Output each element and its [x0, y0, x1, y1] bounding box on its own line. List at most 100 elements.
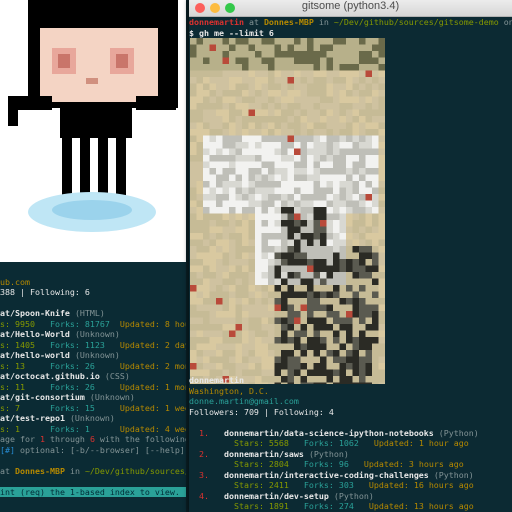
terminal-text: Updated: 2 month(s) [119, 360, 186, 371]
left-terminal-line: age for 1 through 6 with the following c… [0, 434, 186, 445]
repo-name: donnemartin/interactive-coding-challenge… [224, 469, 429, 480]
profile-email[interactable]: donne.martin@gmail.com [189, 396, 512, 407]
repo-updated: Updated: 13 hours ago [368, 501, 474, 511]
left-terminal-line: 388 | Following: 6 [0, 287, 186, 298]
terminal-text: Forks: 1123 [49, 339, 120, 350]
terminal-text: Forks: 1 [49, 423, 120, 434]
terminal-text: (Unknown) [89, 392, 135, 402]
repo-stars: Stars: 5568 [233, 438, 289, 448]
repo-updated: Updated: 16 hours ago [368, 480, 474, 490]
terminal-text: at/git-consortium [0, 392, 90, 402]
left-terminal-line: at/hello-world (Unknown) [0, 350, 186, 361]
left-terminal-line: at/test-repo1 (Unknown) [0, 413, 186, 424]
terminal-text: at/hello-world [0, 350, 75, 360]
avatar-pixel-art [190, 38, 385, 384]
left-terminal-line [0, 455, 186, 466]
terminal-text: Updated: 1 month(s) [119, 381, 186, 392]
left-terminal-line: s: 9950 Forks: 81767 Updated: 8 hours ag [0, 319, 186, 330]
left-terminal-line: s: 13 Forks: 26 Updated: 2 month(s) [0, 361, 186, 372]
profile-followers: Followers: 709 | Following: 4 [189, 406, 334, 417]
right-terminal-output[interactable]: donnemartin at Donnes-MBP in ~/Dev/githu… [189, 17, 512, 512]
prompt-path: ~/Dev/github/sources/gitsome-demo [333, 17, 499, 27]
repo-item[interactable]: 4. donnemartin/dev-setup (Python) [189, 491, 512, 502]
left-terminal-line [0, 476, 186, 487]
repo-stars: Stars: 2804 [233, 459, 289, 469]
terminal-text: Updated: 4 week(s) [119, 423, 186, 434]
terminal-text: Updated: 8 hours ag [119, 318, 186, 329]
terminal-text: optional: [-b/--browser] [--help] [15, 444, 185, 455]
terminal-text: s: 1 [0, 423, 50, 434]
terminal-text: 388 | Following: 6 [0, 287, 90, 297]
repo-stats: Stars: 2411 Forks: 303 Updated: 16 hours… [189, 480, 512, 491]
left-terminal-line: s: 1405 Forks: 1123 Updated: 2 days ag [0, 340, 186, 351]
left-terminal-line: [#] optional: [-b/--browser] [--help] [0, 445, 186, 456]
left-terminal-line: at/octocat.github.io (CSS) [0, 371, 186, 382]
terminal-text: Donnes-MBP [15, 465, 65, 476]
repo-name: donnemartin/dev-setup [224, 490, 329, 501]
repo-updated: Updated: 1 hour ago [373, 438, 469, 448]
terminal-text: Forks: 15 [49, 402, 120, 413]
terminal-text: (Unknown) [69, 413, 115, 423]
repo-item[interactable]: 3. donnemartin/interactive-coding-challe… [189, 470, 512, 481]
repo-lang: (Python) [308, 448, 349, 459]
octocat-pixel-art [8, 0, 178, 232]
terminal-text: s: 11 [0, 381, 50, 392]
gitsome-terminal-window[interactable]: gitsome (python3.4) donnemartin at Donne… [189, 0, 512, 512]
terminal-text: int (req) the 1-based index to view. [0, 486, 180, 497]
terminal-text: [#] [0, 444, 15, 455]
terminal-text: Forks: 81767 [49, 318, 120, 329]
window-titlebar[interactable]: gitsome (python3.4) [189, 0, 512, 17]
repo-forks: Forks: 274 [303, 501, 354, 511]
repo-forks: Forks: 303 [303, 480, 354, 490]
repo-stats: Stars: 1891 Forks: 274 Updated: 13 hours… [189, 501, 512, 512]
repo-index: 2. [199, 448, 209, 459]
terminal-text: at/octocat.github.io [0, 371, 105, 381]
left-terminal-output: ub.com 388 | Following: 6 at/Spoon-Knife (… [0, 262, 186, 512]
terminal-text: Updated: 1 week(s) [119, 402, 186, 413]
repo-name: donnemartin/data-science-ipython-noteboo… [224, 427, 434, 438]
left-terminal-line: ub.com [0, 277, 186, 288]
user-avatar-image [190, 38, 385, 384]
left-terminal-line: at/git-consortium (Unknown) [0, 392, 186, 403]
prompt-on: on [503, 17, 512, 27]
repo-forks: Forks: 96 [303, 459, 349, 469]
left-terminal-line: at/Hello-World (Unknown) [0, 329, 186, 340]
repo-list: 1. donnemartin/data-science-ipython-note… [189, 428, 512, 512]
prompt-at: at [243, 17, 264, 27]
terminal-text: at/test-repo1 [0, 413, 70, 423]
left-terminal-line: s: 1 Forks: 1 Updated: 4 week(s) [0, 424, 186, 435]
window-title: gitsome (python3.4) [301, 0, 400, 12]
terminal-text: at/Spoon-Knife [0, 308, 75, 318]
command-line: $ gh me --limit 6 [189, 27, 274, 38]
terminal-text: age for [0, 434, 40, 444]
terminal-text: through [44, 434, 90, 444]
terminal-text: Updated: 2 days ag [119, 339, 186, 350]
left-terminal-line [0, 298, 186, 309]
left-terminal-line: at Donnes-MBP in ~/Dev/github/sources/gi… [0, 466, 186, 477]
repo-updated: Updated: 3 hours ago [363, 459, 464, 469]
terminal-text: ~/Dev/github/sources/gitso [84, 465, 186, 476]
repo-lang: (Python) [438, 427, 479, 438]
repo-stats: Stars: 2804 Forks: 96 Updated: 3 hours a… [189, 459, 512, 470]
repo-name: donnemartin/saws [224, 448, 304, 459]
left-terminal-line: int (req) the 1-based index to view. [0, 486, 186, 497]
terminal-text: in [64, 465, 85, 476]
terminal-text: s: 13 [0, 360, 50, 371]
repo-lang: (Python) [433, 469, 474, 480]
repo-lang: (Python) [333, 490, 374, 501]
repo-index: 4. [199, 490, 209, 501]
left-terminal-line: s: 7 Forks: 15 Updated: 1 week(s) [0, 403, 186, 414]
profile-name: donnemartin [189, 375, 244, 385]
terminal-text: ub.com [0, 276, 30, 287]
repo-index: 1. [199, 427, 209, 438]
repo-item[interactable]: 2. donnemartin/saws (Python) [189, 449, 512, 460]
terminal-text: (Unknown) [74, 329, 120, 339]
repo-item[interactable]: 1. donnemartin/data-science-ipython-note… [189, 428, 512, 439]
terminal-text: Forks: 26 [49, 381, 120, 392]
left-terminal-line [0, 266, 186, 277]
terminal-text: s: 1405 [0, 339, 50, 350]
terminal-text: (Unknown) [74, 350, 120, 360]
terminal-text: s: 9950 [0, 318, 50, 329]
repo-index: 3. [199, 469, 209, 480]
